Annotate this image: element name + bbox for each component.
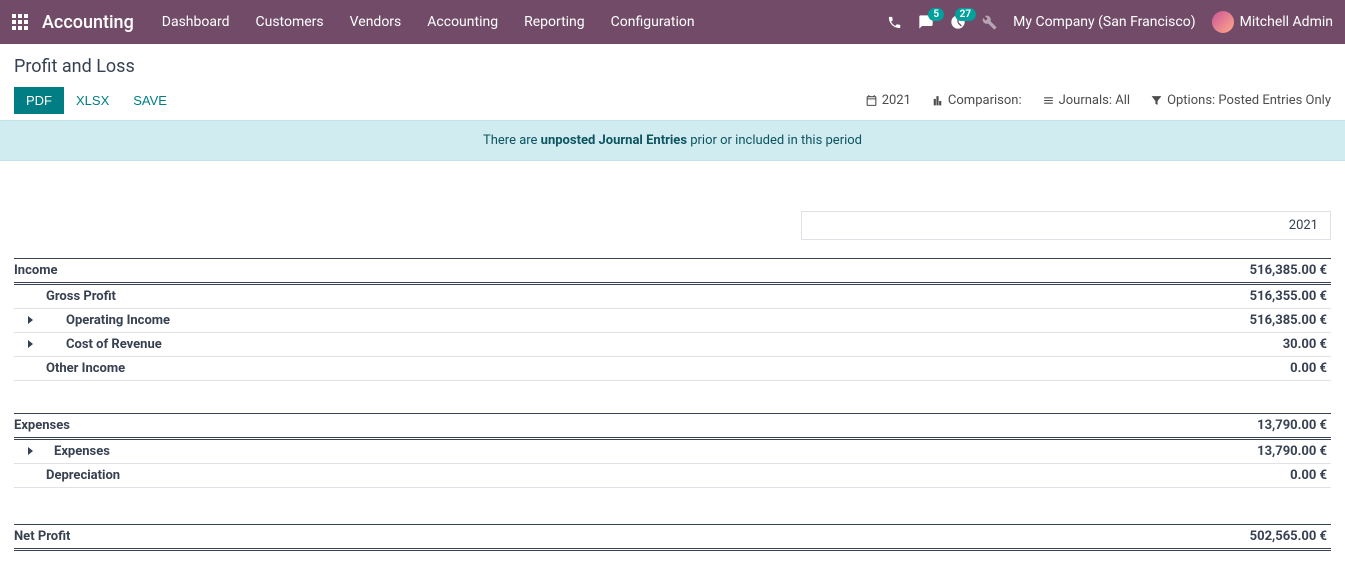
menu-accounting[interactable]: Accounting xyxy=(427,14,498,30)
filter-year[interactable]: 2021 xyxy=(865,93,911,108)
filter-journals[interactable]: Journals: All xyxy=(1042,93,1130,108)
column-header: 2021 xyxy=(801,211,1331,240)
menu-reporting[interactable]: Reporting xyxy=(524,14,585,30)
menu-customers[interactable]: Customers xyxy=(256,14,324,30)
filter-options[interactable]: Options: Posted Entries Only xyxy=(1150,93,1331,108)
app-title[interactable]: Accounting xyxy=(42,12,134,33)
main-menu: Dashboard Customers Vendors Accounting R… xyxy=(162,14,695,30)
menu-configuration[interactable]: Configuration xyxy=(611,14,695,30)
expenses-section: Expenses 13,790.00 € Expenses 13,790.00 … xyxy=(14,413,1331,488)
messages-icon[interactable]: 5 xyxy=(918,14,934,30)
gross-profit-row[interactable]: Gross Profit 516,355.00 € xyxy=(14,285,1331,309)
apps-icon[interactable] xyxy=(12,14,28,30)
user-name: Mitchell Admin xyxy=(1240,14,1333,30)
company-selector[interactable]: My Company (San Francisco) xyxy=(1013,14,1195,30)
tools-icon[interactable] xyxy=(982,15,997,30)
user-menu[interactable]: Mitchell Admin xyxy=(1212,11,1333,33)
top-navbar: Accounting Dashboard Customers Vendors A… xyxy=(0,0,1345,44)
filter-bar: 2021 Comparison: Journals: All Options: … xyxy=(865,93,1331,108)
bar-chart-icon xyxy=(931,94,944,107)
menu-dashboard[interactable]: Dashboard xyxy=(162,14,230,30)
avatar xyxy=(1212,11,1234,33)
expenses-total-row[interactable]: Expenses 13,790.00 € xyxy=(14,413,1331,440)
activities-badge: 27 xyxy=(955,8,976,21)
actions-row: PDF XLSX SAVE 2021 Comparison: Journals:… xyxy=(14,87,1331,114)
expand-caret[interactable] xyxy=(14,444,46,459)
xlsx-button[interactable]: XLSX xyxy=(64,87,121,114)
calendar-icon xyxy=(865,94,878,107)
filter-comparison[interactable]: Comparison: xyxy=(931,93,1022,108)
book-icon xyxy=(1042,94,1055,107)
filter-icon xyxy=(1150,94,1163,107)
unposted-alert[interactable]: There are unposted Journal Entries prior… xyxy=(0,120,1345,161)
income-total-row[interactable]: Income 516,385.00 € xyxy=(14,258,1331,285)
activities-icon[interactable]: 27 xyxy=(950,14,966,30)
menu-vendors[interactable]: Vendors xyxy=(350,14,402,30)
save-button[interactable]: SAVE xyxy=(121,87,179,114)
expenses-child-row[interactable]: Expenses 13,790.00 € xyxy=(14,440,1331,464)
expand-caret[interactable] xyxy=(14,337,46,352)
phone-icon[interactable] xyxy=(887,15,902,30)
subheader: Profit and Loss PDF XLSX SAVE 2021 Compa… xyxy=(0,44,1345,120)
depreciation-row[interactable]: Depreciation 0.00 € xyxy=(14,464,1331,488)
income-section: Income 516,385.00 € Gross Profit 516,355… xyxy=(14,258,1331,381)
pdf-button[interactable]: PDF xyxy=(14,87,64,114)
net-profit-row[interactable]: Net Profit 502,565.00 € xyxy=(14,524,1331,551)
cost-of-revenue-row[interactable]: Cost of Revenue 30.00 € xyxy=(14,333,1331,357)
messages-badge: 5 xyxy=(928,8,944,21)
report: 2021 Income 516,385.00 € Gross Profit 51… xyxy=(0,161,1345,551)
page-title: Profit and Loss xyxy=(14,56,1331,77)
nav-right: 5 27 My Company (San Francisco) Mitchell… xyxy=(887,11,1333,33)
operating-income-row[interactable]: Operating Income 516,385.00 € xyxy=(14,309,1331,333)
expand-caret[interactable] xyxy=(14,313,46,328)
other-income-row[interactable]: Other Income 0.00 € xyxy=(14,357,1331,381)
